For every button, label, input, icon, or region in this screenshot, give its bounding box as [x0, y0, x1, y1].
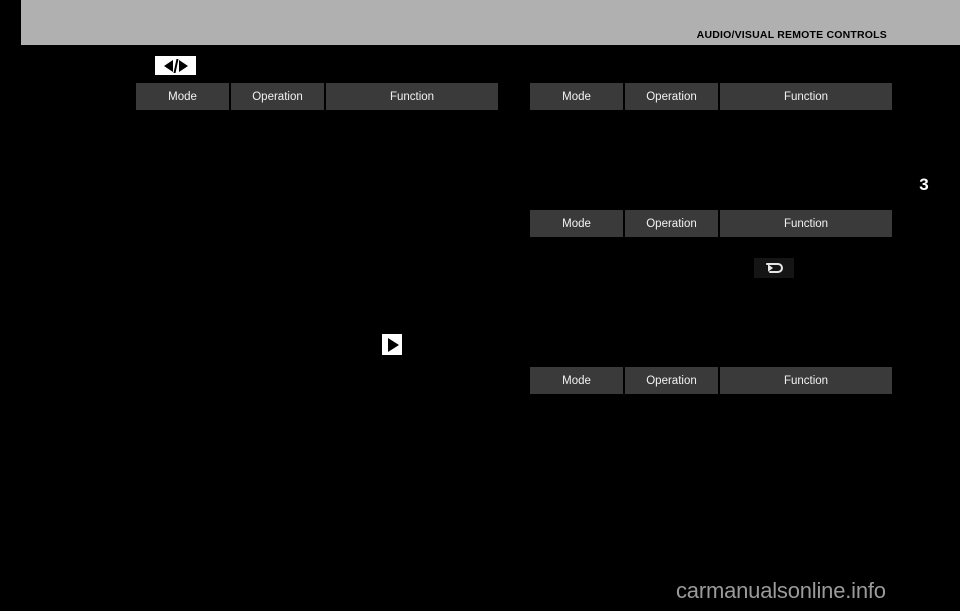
triangle-right-glyph — [178, 59, 188, 72]
triangle-right-glyph — [387, 337, 399, 352]
spec-table-right-2: Mode Operation Function — [530, 210, 892, 237]
column-header-mode: Mode — [136, 83, 229, 110]
column-header-function: Function — [326, 83, 498, 110]
column-header-mode: Mode — [530, 210, 623, 237]
manual-page: AUDIO/VISUAL REMOTE CONTROLS 3 Mode Oper… — [0, 0, 960, 611]
play-icon — [382, 334, 402, 355]
watermark: carmanualsonline.info — [676, 578, 886, 603]
column-header-function: Function — [720, 367, 892, 394]
slash-glyph — [173, 58, 178, 73]
prev-next-track-icon — [155, 56, 196, 75]
spec-table-right-1: Mode Operation Function — [530, 83, 892, 110]
column-header-function: Function — [720, 83, 892, 110]
column-header-mode: Mode — [530, 367, 623, 394]
column-header-operation: Operation — [625, 367, 718, 394]
spec-table-left-1: Mode Operation Function — [136, 83, 498, 110]
triangle-left-glyph — [163, 59, 173, 72]
spec-table-right-3: Mode Operation Function — [530, 367, 892, 394]
column-header-operation: Operation — [231, 83, 324, 110]
page-title: AUDIO/VISUAL REMOTE CONTROLS — [696, 29, 887, 41]
column-header-function: Function — [720, 210, 892, 237]
page-number-marker: 3 — [919, 175, 929, 194]
header-band: AUDIO/VISUAL REMOTE CONTROLS — [21, 0, 960, 45]
column-header-operation: Operation — [625, 83, 718, 110]
column-header-mode: Mode — [530, 83, 623, 110]
column-header-operation: Operation — [625, 210, 718, 237]
return-back-icon — [754, 258, 794, 278]
